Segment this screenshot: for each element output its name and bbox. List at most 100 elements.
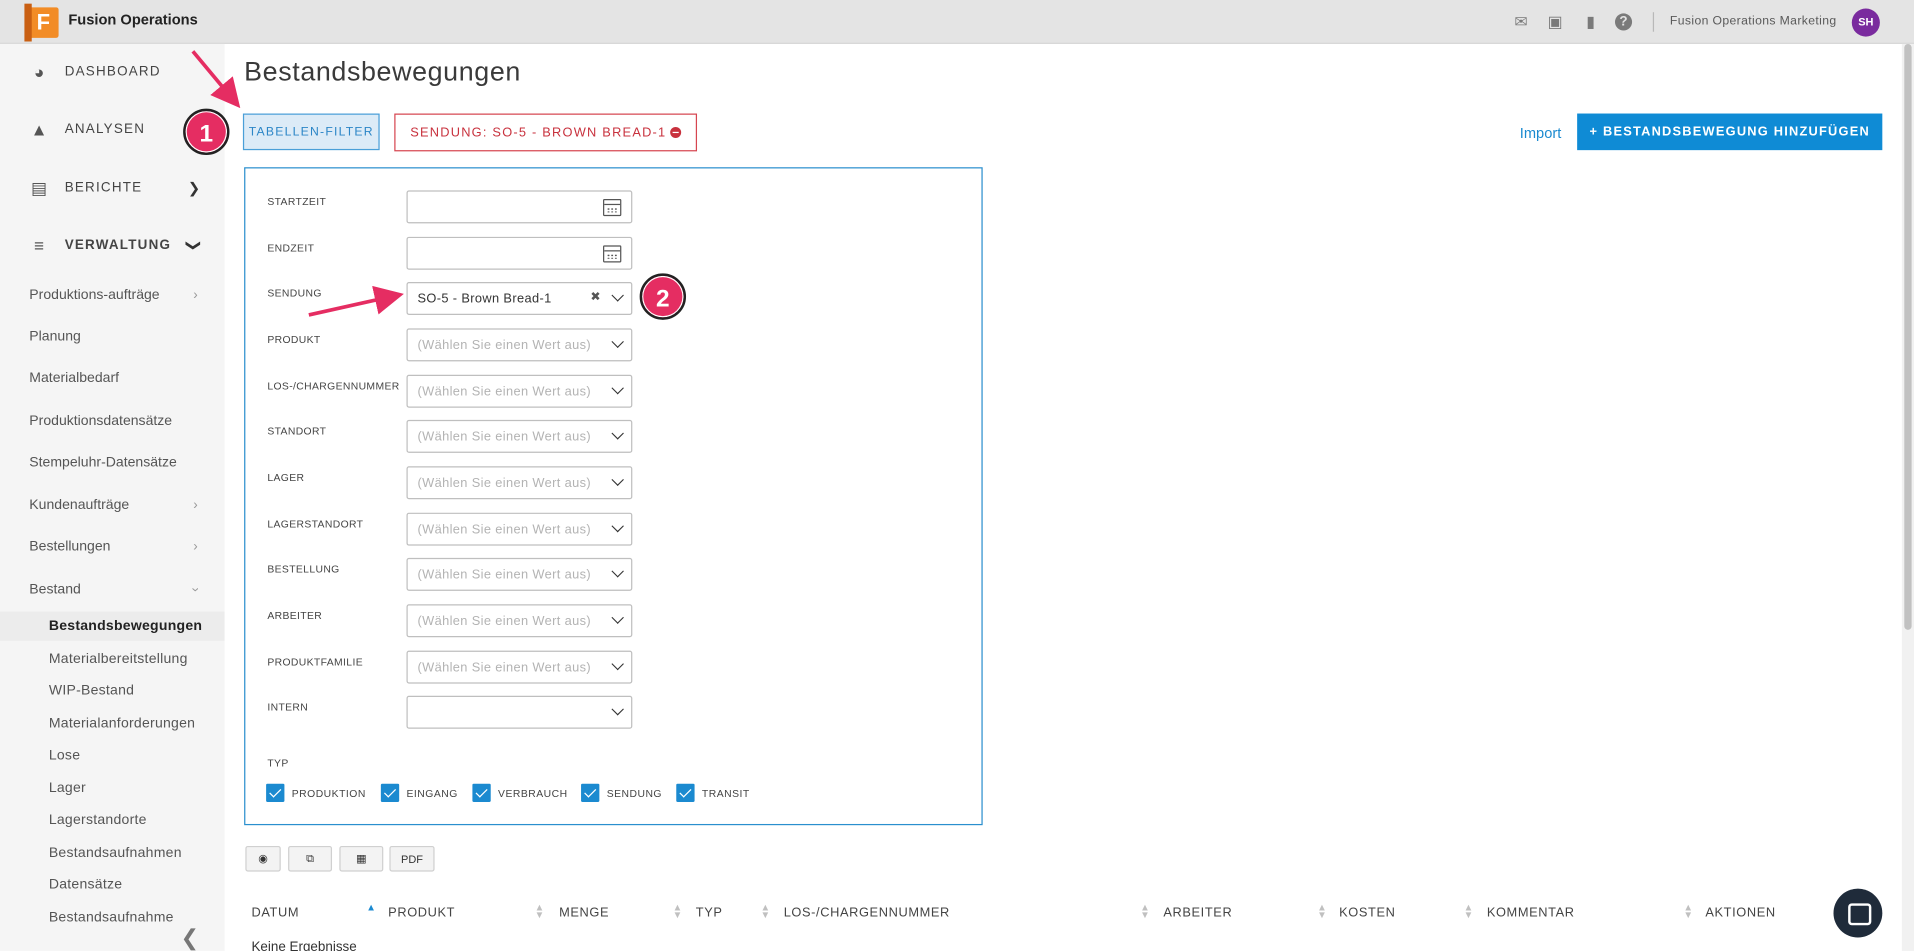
nav-wip-bestand[interactable]: WIP-Bestand xyxy=(49,684,134,699)
chevron-down-icon[interactable] xyxy=(611,519,624,533)
typ-sendung-checkbox[interactable]: SENDUNG xyxy=(581,783,662,802)
app-logo[interactable]: F xyxy=(24,3,59,42)
produktfamilie-select[interactable]: (Wählen Sie einen Wert aus) xyxy=(406,650,633,684)
bookmark-icon[interactable]: ▮ xyxy=(1581,12,1601,32)
export-csv-button[interactable]: ▦ xyxy=(339,845,384,872)
column-kosten[interactable]: KOSTEN xyxy=(1339,906,1395,921)
nav-lose[interactable]: Lose xyxy=(49,748,80,763)
import-link[interactable]: Import xyxy=(1520,125,1562,142)
typ-transit-checkbox[interactable]: TRANSIT xyxy=(676,783,749,802)
copy-button[interactable]: ⧉ xyxy=(288,845,333,872)
annotation-badge-1: 1 xyxy=(183,108,230,156)
video-icon[interactable]: ▣ xyxy=(1545,12,1565,32)
chevron-down-icon[interactable] xyxy=(611,657,624,671)
column-los[interactable]: LOS-/CHARGENNUMMER xyxy=(784,906,950,921)
checkbox-checked-icon[interactable] xyxy=(676,783,695,802)
sort-asc-icon[interactable]: ▲ xyxy=(366,903,376,913)
filter-label-endzeit: ENDZEIT xyxy=(267,241,315,254)
checkbox-checked-icon[interactable] xyxy=(266,783,285,802)
sort-icon[interactable]: ▲ ▼ xyxy=(535,903,545,920)
column-menge[interactable]: MENGE xyxy=(559,906,609,921)
nav-berichte[interactable]: ▤ BERICHTE ❯ xyxy=(0,164,225,213)
nav-kundenauftraege[interactable]: Kundenaufträge › xyxy=(29,498,212,513)
arbeiter-select[interactable]: (Wählen Sie einen Wert aus) xyxy=(406,604,633,638)
avatar[interactable]: SH xyxy=(1851,8,1880,37)
chevron-down-icon[interactable] xyxy=(611,565,624,578)
table-filter-button[interactable]: TABELLEN-FILTER xyxy=(242,113,380,151)
annotation-badge-2: 2 xyxy=(639,273,687,320)
chevron-down-icon[interactable] xyxy=(611,381,624,395)
typ-verbrauch-checkbox[interactable]: VERBRAUCH xyxy=(472,783,567,802)
typ-eingang-checkbox[interactable]: EINGANG xyxy=(380,783,458,802)
chevron-right-icon: › xyxy=(193,288,198,303)
column-typ[interactable]: TYP xyxy=(696,906,723,921)
nav-bestand[interactable]: Bestand › xyxy=(29,582,212,597)
nav-produktionsdatensaetze[interactable]: Produktionsdatensätze xyxy=(29,414,212,429)
nav-stempeluhr[interactable]: Stempeluhr-Datensätze xyxy=(29,455,212,470)
chevron-down-icon[interactable] xyxy=(611,335,624,349)
help-icon[interactable]: ? xyxy=(1614,13,1633,31)
sort-icon[interactable]: ▲ ▼ xyxy=(1140,903,1150,920)
app-title[interactable]: Fusion Operations xyxy=(68,11,197,28)
copy-icon: ⧉ xyxy=(306,852,314,865)
nav-lager[interactable]: Lager xyxy=(49,781,86,796)
page-scrollbar[interactable] xyxy=(1901,43,1914,951)
checkbox-checked-icon[interactable] xyxy=(380,783,400,802)
nav-materialanforderungen[interactable]: Materialanforderungen xyxy=(49,717,195,732)
column-visibility-button[interactable]: ◉ xyxy=(245,845,281,872)
typ-produktion-checkbox[interactable]: PRODUKTION xyxy=(266,783,366,802)
nav-bestandsbewegungen[interactable]: Bestandsbewegungen xyxy=(49,619,202,634)
active-filter-chip[interactable]: SENDUNG: SO-5 - BROWN BREAD-1 xyxy=(394,113,698,152)
nav-materialbedarf[interactable]: Materialbedarf xyxy=(29,371,212,386)
chevron-down-icon[interactable] xyxy=(611,427,624,440)
bestellung-select[interactable]: (Wählen Sie einen Wert aus) xyxy=(406,557,633,591)
column-datum[interactable]: DATUM xyxy=(251,906,299,921)
collapse-sidebar-icon[interactable]: ❮ xyxy=(181,925,199,951)
nav-materialbereitstellung[interactable]: Materialbereitstellung xyxy=(49,652,188,667)
startzeit-input[interactable] xyxy=(406,190,633,224)
lagerstandort-select[interactable]: (Wählen Sie einen Wert aus) xyxy=(406,512,633,546)
produkt-select[interactable]: (Wählen Sie einen Wert aus) xyxy=(406,328,633,362)
sort-icon[interactable]: ▲ ▼ xyxy=(1464,903,1474,920)
intern-select[interactable] xyxy=(406,695,633,729)
column-arbeiter[interactable]: ARBEITER xyxy=(1163,906,1232,921)
nav-bestandsaufnahme[interactable]: Bestandsaufnahme xyxy=(49,911,174,926)
calendar-icon[interactable] xyxy=(603,198,622,217)
support-chat-icon[interactable] xyxy=(1833,888,1883,938)
column-aktionen[interactable]: AKTIONEN xyxy=(1705,906,1775,921)
chevron-down-icon[interactable] xyxy=(611,611,624,624)
chevron-down-icon[interactable] xyxy=(611,473,624,486)
endzeit-input[interactable] xyxy=(406,236,633,270)
column-kommentar[interactable]: KOMMENTAR xyxy=(1487,906,1575,921)
nav-produktionsauftraege[interactable]: Produktions-aufträge › xyxy=(29,288,212,303)
chevron-down-icon[interactable] xyxy=(611,703,624,716)
nav-lagerstandorte[interactable]: Lagerstandorte xyxy=(49,813,147,828)
scrollbar-thumb[interactable] xyxy=(1904,43,1912,630)
export-pdf-button[interactable]: PDF xyxy=(389,845,435,872)
chat-icon[interactable]: ✉ xyxy=(1511,12,1531,32)
nav-bestandsaufnahmen[interactable]: Bestandsaufnahmen xyxy=(49,846,182,861)
los-select[interactable]: (Wählen Sie einen Wert aus) xyxy=(406,374,633,408)
remove-filter-icon[interactable] xyxy=(670,126,682,138)
nav-verwaltung[interactable]: ≡ VERWALTUNG ❯ xyxy=(0,221,225,270)
sort-icon[interactable]: ▲ ▼ xyxy=(1317,903,1327,920)
nav-datensaetze[interactable]: Datensätze xyxy=(49,878,122,893)
clear-icon[interactable]: ✖ xyxy=(590,291,600,304)
nav-planung[interactable]: Planung xyxy=(29,330,212,345)
chevron-down-icon[interactable] xyxy=(611,289,624,302)
user-name[interactable]: Fusion Operations Marketing xyxy=(1670,15,1837,28)
column-produkt[interactable]: PRODUKT xyxy=(388,906,455,921)
add-movement-button[interactable]: + BESTANDSBEWEGUNG HINZUFÜGEN xyxy=(1577,113,1883,151)
checkbox-checked-icon[interactable] xyxy=(472,783,491,802)
checkbox-checked-icon[interactable] xyxy=(581,783,600,802)
calendar-icon[interactable] xyxy=(603,245,622,263)
sort-icon[interactable]: ▲ ▼ xyxy=(673,903,683,920)
standort-select[interactable]: (Wählen Sie einen Wert aus) xyxy=(406,419,633,453)
sort-icon[interactable]: ▲ ▼ xyxy=(1683,903,1693,920)
chevron-right-icon: › xyxy=(193,498,198,513)
nav-dashboard[interactable]: ◕ DASHBOARD xyxy=(0,48,225,97)
lager-select[interactable]: (Wählen Sie einen Wert aus) xyxy=(406,466,633,500)
sort-icon[interactable]: ▲ ▼ xyxy=(760,903,770,920)
nav-bestellungen[interactable]: Bestellungen › xyxy=(29,540,212,555)
sendung-select[interactable]: SO-5 - Brown Bread-1 ✖ xyxy=(406,281,633,315)
